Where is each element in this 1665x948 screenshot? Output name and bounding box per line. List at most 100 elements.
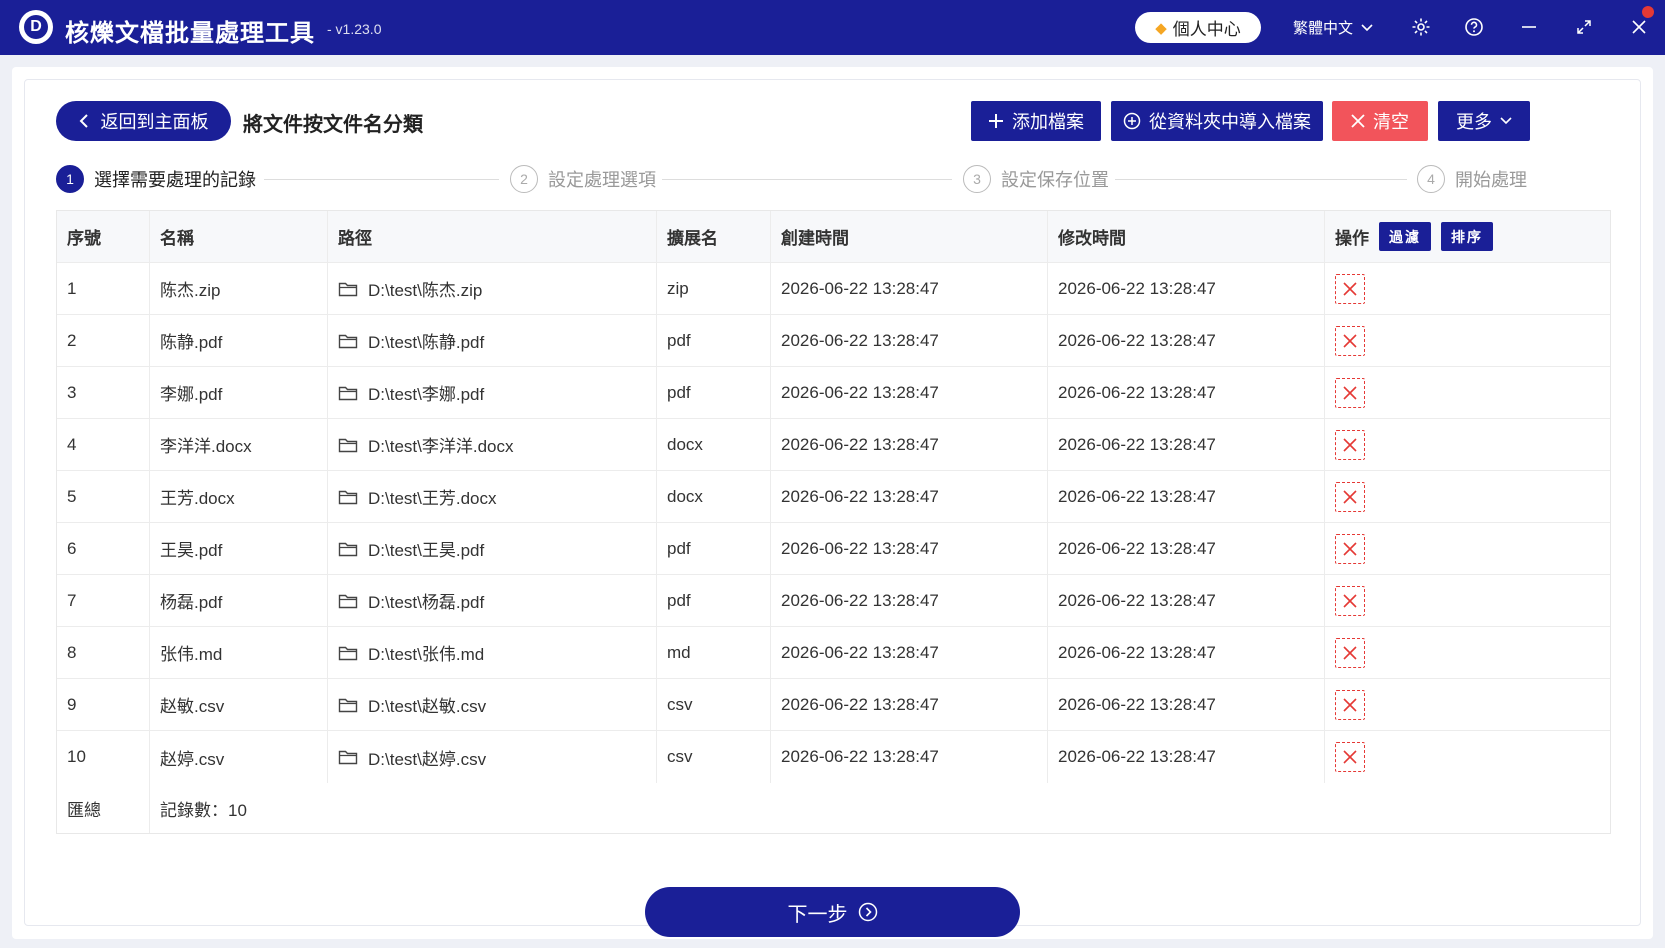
modified-time: 2026-06-22 13:28:47 (1048, 471, 1325, 522)
table-header-row: 序號 名稱 路徑 擴展名 創建時間 修改時間 操作 過濾 排序 (57, 211, 1610, 263)
folder-icon[interactable] (338, 489, 360, 505)
personal-center-button[interactable]: ◆ 個人中心 (1135, 12, 1261, 43)
delete-row-button[interactable] (1335, 429, 1365, 460)
column-header-path: 路徑 (328, 211, 657, 262)
delete-row-button[interactable] (1335, 273, 1365, 304)
table-row[interactable]: 4 李洋洋.docx D:\test\李洋洋.docx docx 2026-06-22 … (57, 419, 1610, 471)
content-area: 返回到主面板 將文件按文件名分類 添加檔案 從資料夾中導入檔案 清空 更多 1 … (24, 79, 1641, 937)
app-version: - v1.23.0 (327, 21, 382, 37)
created-time: 2026-06-22 13:28:47 (771, 523, 1048, 574)
file-path: D:\test\赵敏.csv (368, 697, 487, 716)
step-connector (662, 179, 952, 180)
add-file-button[interactable]: 添加檔案 (971, 101, 1101, 141)
clear-button[interactable]: 清空 (1332, 101, 1428, 141)
delete-row-button[interactable] (1335, 637, 1365, 668)
file-name: 王昊.pdf (150, 523, 328, 574)
step-label: 設定保存位置 (1001, 170, 1109, 190)
table-row[interactable]: 6 王昊.pdf D:\test\王昊.pdf pdf 2026-06-22 13:28… (57, 523, 1610, 575)
close-icon (1343, 593, 1357, 608)
back-to-main-button[interactable]: 返回到主面板 (56, 101, 231, 141)
actions-label: 操作 (1335, 229, 1369, 248)
sort-button[interactable]: 排序 (1441, 222, 1493, 251)
file-extension: docx (657, 471, 771, 522)
row-actions (1325, 419, 1610, 470)
created-time: 2026-06-22 13:28:47 (771, 679, 1048, 730)
file-name: 陈静.pdf (150, 315, 328, 366)
row-actions (1325, 263, 1610, 314)
chevron-down-icon (1361, 23, 1373, 31)
file-name: 张伟.md (150, 627, 328, 678)
row-index: 10 (57, 731, 150, 783)
table-row[interactable]: 7 杨磊.pdf D:\test\杨磊.pdf pdf 2026-06-22 13:28… (57, 575, 1610, 627)
delete-row-button[interactable] (1335, 742, 1365, 772)
summary-row: 匯總 記錄數：10 (57, 783, 1610, 833)
close-icon (1343, 750, 1357, 764)
table-body: 1 陈杰.zip D:\test\陈杰.zip zip 2026-06-22 13:28… (57, 263, 1610, 783)
help-button[interactable] (1461, 14, 1487, 40)
row-actions (1325, 627, 1610, 678)
table-row[interactable]: 3 李娜.pdf D:\test\李娜.pdf pdf 2026-06-22 13:28… (57, 367, 1610, 419)
file-extension: zip (657, 263, 771, 314)
folder-icon[interactable] (338, 645, 360, 661)
file-path-cell: D:\test\王芳.docx (328, 471, 657, 522)
settings-button[interactable] (1408, 14, 1434, 40)
folder-icon[interactable] (338, 697, 360, 713)
file-extension: csv (657, 679, 771, 730)
gear-icon (1412, 18, 1430, 36)
table-row[interactable]: 1 陈杰.zip D:\test\陈杰.zip zip 2026-06-22 13:28… (57, 263, 1610, 315)
close-icon (1343, 697, 1357, 712)
table-row[interactable]: 5 王芳.docx D:\test\王芳.docx docx 2026-06-22 13… (57, 471, 1610, 523)
import-folder-button[interactable]: 從資料夾中導入檔案 (1111, 101, 1323, 141)
delete-row-button[interactable] (1335, 325, 1365, 356)
step-label: 選擇需要處理的記錄 (94, 170, 256, 190)
maximize-button[interactable] (1571, 14, 1597, 40)
delete-row-button[interactable] (1335, 533, 1365, 564)
file-name: 赵敏.csv (150, 679, 328, 730)
folder-icon[interactable] (338, 593, 360, 609)
plus-circle-icon (1123, 112, 1141, 130)
file-path-cell: D:\test\陈静.pdf (328, 315, 657, 366)
folder-icon[interactable] (338, 333, 360, 349)
file-name: 杨磊.pdf (150, 575, 328, 626)
close-icon (1343, 333, 1357, 348)
step-3: 3 設定保存位置 (963, 165, 1109, 193)
file-extension: pdf (657, 523, 771, 574)
folder-icon[interactable] (338, 749, 360, 765)
app-logo: D (19, 10, 53, 44)
row-index: 7 (57, 575, 150, 626)
table-row[interactable]: 2 陈静.pdf D:\test\陈静.pdf pdf 2026-06-22 13:28… (57, 315, 1610, 367)
row-index: 8 (57, 627, 150, 678)
next-step-label: 下一步 (787, 903, 848, 926)
folder-icon[interactable] (338, 541, 360, 557)
column-header-index: 序號 (57, 211, 150, 262)
modified-time: 2026-06-22 13:28:47 (1048, 627, 1325, 678)
minimize-button[interactable] (1516, 14, 1542, 40)
created-time: 2026-06-22 13:28:47 (771, 471, 1048, 522)
delete-row-button[interactable] (1335, 585, 1365, 616)
delete-row-button[interactable] (1335, 689, 1365, 720)
more-button[interactable]: 更多 (1438, 101, 1530, 141)
file-path: D:\test\李洋洋.docx (368, 437, 514, 456)
close-button[interactable] (1626, 6, 1654, 40)
folder-icon[interactable] (338, 437, 360, 453)
clear-label: 清空 (1373, 112, 1409, 132)
table-row[interactable]: 8 张伟.md D:\test\张伟.md md 2026-06-22 13:28:47… (57, 627, 1610, 679)
folder-icon[interactable] (338, 281, 360, 297)
row-actions (1325, 315, 1610, 366)
delete-row-button[interactable] (1335, 377, 1365, 408)
table-row[interactable]: 10 赵婷.csv D:\test\赵婷.csv csv 2026-06-22 13:2… (57, 731, 1610, 783)
file-path-cell: D:\test\杨磊.pdf (328, 575, 657, 626)
delete-row-button[interactable] (1335, 481, 1365, 512)
language-label: 繁體中文 (1293, 20, 1354, 37)
table-row[interactable]: 9 赵敏.csv D:\test\赵敏.csv csv 2026-06-22 13:28… (57, 679, 1610, 731)
language-selector[interactable]: 繁體中文 (1293, 17, 1373, 38)
minimize-icon (1522, 26, 1536, 28)
step-number: 2 (510, 165, 538, 193)
filter-button[interactable]: 過濾 (1379, 222, 1431, 251)
next-step-button[interactable]: 下一步 (645, 887, 1020, 937)
file-path: D:\test\王昊.pdf (368, 541, 485, 560)
step-2: 2 設定處理選項 (510, 165, 656, 193)
folder-icon[interactable] (338, 385, 360, 401)
modified-time: 2026-06-22 13:28:47 (1048, 367, 1325, 418)
step-label: 開始處理 (1455, 170, 1527, 190)
